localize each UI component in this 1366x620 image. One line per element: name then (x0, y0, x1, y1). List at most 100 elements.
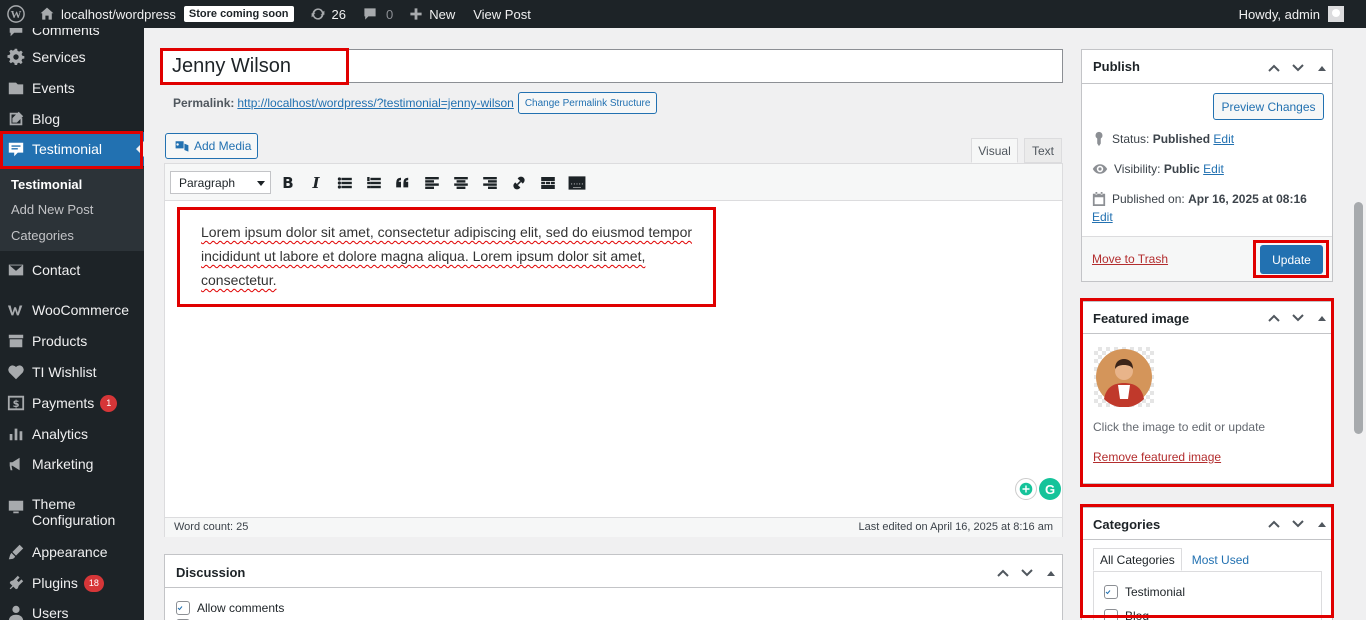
site-name-link[interactable]: localhost/wordpress Store coming soon (31, 0, 302, 28)
tab-text[interactable]: Text (1024, 138, 1062, 163)
howdy-text: Howdy, admin (1238, 6, 1320, 22)
sidebar-item-events[interactable]: Events (0, 76, 144, 100)
align-center-icon[interactable] (450, 172, 472, 194)
chevron-down-icon[interactable] (1019, 565, 1035, 581)
chevron-down-icon[interactable] (1290, 60, 1306, 76)
chevron-up-icon[interactable] (1266, 310, 1282, 326)
link-icon[interactable] (508, 172, 530, 194)
sidebar-item-theme-configuration[interactable]: Theme Configuration (0, 496, 144, 532)
category-checkbox[interactable] (1104, 609, 1118, 620)
category-item[interactable]: Testimonial (1104, 585, 1185, 599)
sidebar-item-services[interactable]: Services (0, 45, 144, 69)
toggle-panel-icon[interactable] (1314, 60, 1330, 76)
submenu-item-categories[interactable]: Categories (11, 228, 74, 243)
sidebar-item-users[interactable]: Users (0, 601, 144, 620)
discussion-box: Discussion Allow comments (164, 554, 1063, 620)
plugin-icon (6, 573, 26, 593)
published-label: Published on: (1112, 192, 1185, 206)
permalink-row: Permalink: http://localhost/wordpress/?t… (173, 92, 658, 114)
allow-comments-row[interactable]: Allow comments (176, 601, 284, 615)
add-media-button[interactable]: Add Media (165, 133, 258, 159)
admin-sidebar: Comments Services Events Blog Testimonia… (0, 28, 144, 620)
toggle-panel-icon[interactable] (1314, 516, 1330, 532)
visibility-edit-link[interactable]: Edit (1203, 162, 1224, 176)
plus-icon (409, 7, 423, 21)
sidebar-item-label: Plugins (32, 575, 78, 591)
sidebar-item-contact[interactable]: Contact (0, 258, 144, 282)
users-icon (6, 603, 26, 620)
blockquote-icon[interactable] (392, 172, 414, 194)
sidebar-item-analytics[interactable]: Analytics (0, 422, 144, 446)
wordpress-logo-icon[interactable]: W (0, 0, 31, 28)
update-button[interactable]: Update (1260, 245, 1323, 274)
read-more-icon[interactable] (537, 172, 559, 194)
visibility-label: Visibility: (1114, 162, 1161, 176)
sidebar-item-label: TI Wishlist (32, 364, 97, 380)
editor-content[interactable]: Lorem ipsum dolor sit amet, consectetur … (201, 220, 711, 292)
my-account-menu[interactable]: Howdy, admin (1239, 0, 1344, 28)
monitor-icon (6, 497, 26, 517)
gear-icon (6, 47, 26, 67)
page-scrollbar-thumb[interactable] (1354, 202, 1363, 434)
remove-featured-image-link[interactable]: Remove featured image (1093, 450, 1221, 464)
category-item[interactable]: Blog (1104, 609, 1149, 620)
plugins-count-badge: 18 (83, 574, 104, 592)
toggle-panel-icon[interactable] (1314, 310, 1330, 326)
comments-link[interactable]: 0 (354, 0, 401, 28)
chevron-up-icon[interactable] (995, 565, 1011, 581)
featured-image-thumbnail[interactable] (1094, 347, 1154, 408)
publish-header: Publish (1082, 50, 1332, 84)
view-post-link[interactable]: View Post (463, 0, 539, 28)
chevron-up-icon[interactable] (1266, 516, 1282, 532)
grammarly-icon[interactable]: G (1039, 478, 1061, 500)
updates-link[interactable]: 26 (302, 0, 354, 28)
move-to-trash-link[interactable]: Move to Trash (1092, 252, 1168, 266)
sidebar-item-comments[interactable]: Comments (0, 28, 144, 42)
align-right-icon[interactable] (479, 172, 501, 194)
allow-comments-label: Allow comments (197, 601, 285, 615)
sidebar-item-plugins[interactable]: Plugins 18 (0, 571, 144, 595)
change-permalink-button[interactable]: Change Permalink Structure (517, 92, 658, 114)
sidebar-item-appearance[interactable]: Appearance (0, 540, 144, 564)
sidebar-item-payments[interactable]: $ Payments 1 (0, 391, 144, 415)
keyboard-icon[interactable] (566, 172, 588, 194)
bulleted-list-icon[interactable] (334, 172, 356, 194)
sidebar-item-blog[interactable]: Blog (0, 107, 144, 131)
visibility-row: Visibility: Public Edit (1092, 162, 1224, 176)
align-left-icon[interactable] (421, 172, 443, 194)
numbered-list-icon[interactable] (363, 172, 385, 194)
comments-icon (6, 28, 26, 40)
sidebar-item-woocommerce[interactable]: WooCommerce (0, 298, 144, 322)
post-title-input[interactable] (161, 49, 1063, 83)
format-select[interactable]: Paragraph (170, 171, 271, 194)
content-editor: Paragraph B I Lorem ipsum dolor sit amet… (164, 163, 1063, 537)
toggle-panel-icon[interactable] (1043, 565, 1059, 581)
tab-most-used[interactable]: Most Used (1186, 548, 1255, 571)
submenu-item-add-new-post[interactable]: Add New Post (11, 202, 93, 217)
sidebar-item-marketing[interactable]: Marketing (0, 452, 144, 476)
store-coming-soon-badge[interactable]: Store coming soon (183, 6, 294, 22)
allow-comments-checkbox[interactable] (176, 601, 190, 615)
status-edit-link[interactable]: Edit (1213, 132, 1234, 146)
submenu-item-testimonial[interactable]: Testimonial (11, 177, 82, 192)
comment-bubble-icon (362, 6, 378, 22)
sidebar-item-products[interactable]: Products (0, 329, 144, 353)
chevron-down-icon[interactable] (1290, 310, 1306, 326)
chevron-down-icon[interactable] (1290, 516, 1306, 532)
bold-icon[interactable]: B (277, 172, 299, 194)
sidebar-item-label: Appearance (32, 544, 108, 560)
chevron-up-icon[interactable] (1266, 60, 1282, 76)
tab-visual[interactable]: Visual (971, 138, 1018, 163)
italic-icon[interactable]: I (305, 172, 327, 194)
tab-all-categories[interactable]: All Categories (1093, 548, 1182, 571)
preview-changes-button[interactable]: Preview Changes (1213, 93, 1324, 120)
woocommerce-icon (6, 300, 26, 320)
new-content-link[interactable]: New (401, 0, 463, 28)
grammarly-suggest-icon[interactable] (1015, 478, 1037, 500)
sidebar-item-ti-wishlist[interactable]: TI Wishlist (0, 360, 144, 384)
category-checkbox[interactable] (1104, 585, 1118, 599)
editor-toolbar: Paragraph B I (165, 164, 1062, 201)
published-edit-link[interactable]: Edit (1092, 210, 1113, 224)
sidebar-item-testimonial[interactable]: Testimonial (0, 132, 144, 166)
permalink-url-link[interactable]: http://localhost/wordpress/?testimonial=… (237, 96, 513, 110)
